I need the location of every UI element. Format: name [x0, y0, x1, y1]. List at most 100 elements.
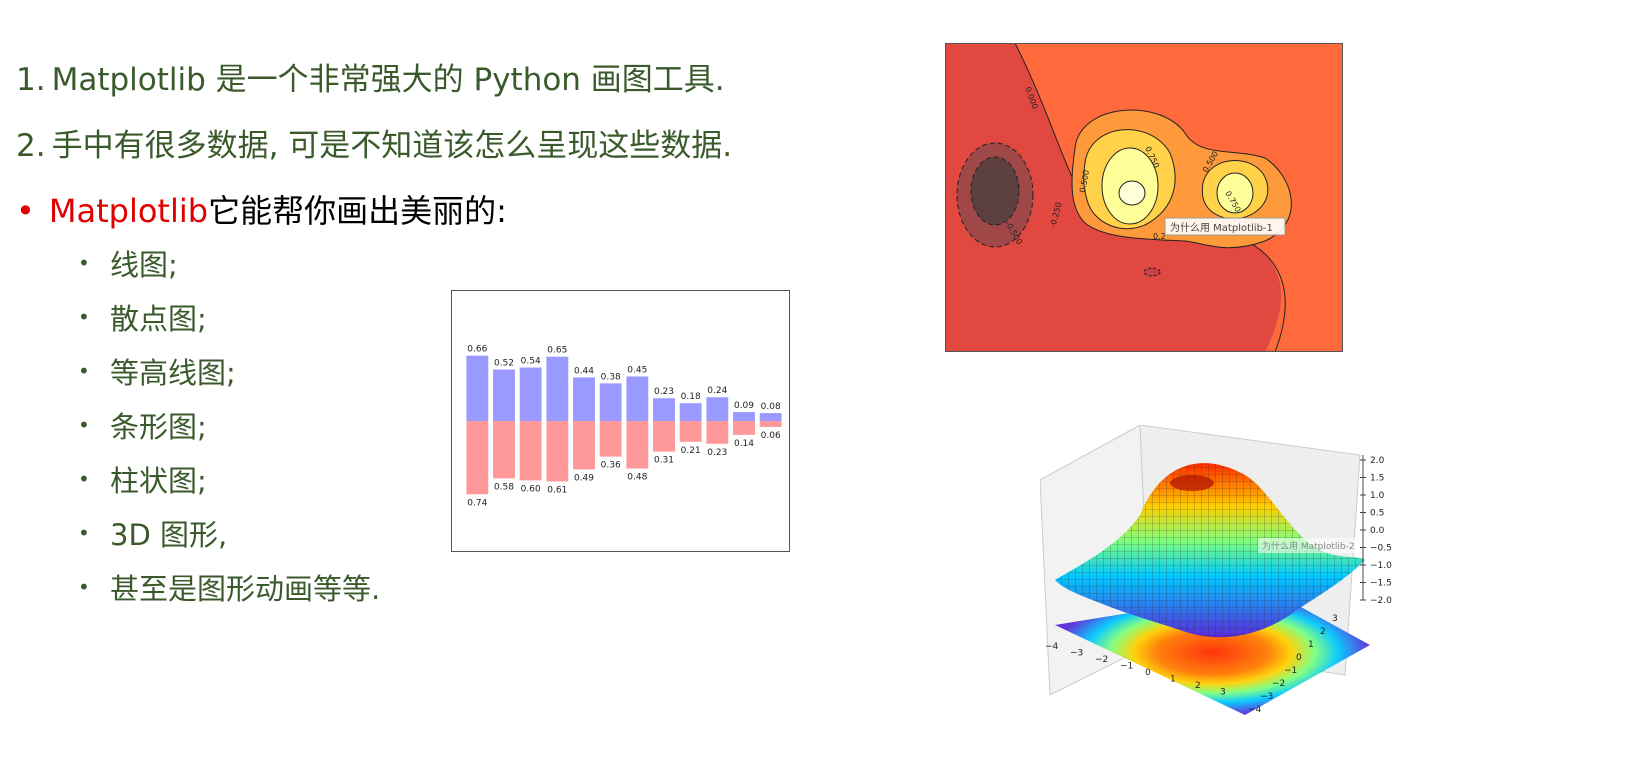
intro-line-1: 1. Matplotlib 是一个非常强大的 Python 画图工具. — [16, 54, 725, 99]
surface-dip — [1170, 475, 1214, 491]
bar-label-bottom: 0.74 — [467, 498, 487, 508]
intro-line-1-text: Matplotlib 是一个非常强大的 Python 画图工具. — [51, 62, 725, 98]
list-item: • 柱状图; — [78, 452, 380, 506]
list-item: • 散点图; — [78, 290, 380, 344]
x-tick-label: 3 — [1220, 688, 1226, 698]
z-tick-label: 2.0 — [1370, 456, 1385, 466]
y-tick-label: −3 — [1260, 692, 1273, 702]
bar-label-top: 0.66 — [467, 345, 487, 355]
z-tick-label: −2.0 — [1370, 596, 1392, 606]
list-item-text: 散点图; — [110, 302, 207, 336]
line-number: 1. — [16, 62, 46, 98]
list-item-text: 柱状图; — [110, 464, 207, 498]
bar-negative — [733, 421, 755, 435]
bar-label-top: 0.38 — [601, 372, 621, 382]
x-tick-label: −1 — [1120, 662, 1133, 672]
z-tick-label: 1.0 — [1370, 491, 1385, 501]
x-tick-label: 2 — [1195, 681, 1201, 691]
bar-positive — [546, 356, 569, 421]
bullet-icon: • — [78, 575, 90, 599]
bar-label-top: 0.23 — [654, 387, 674, 397]
contour-peak — [1118, 180, 1146, 206]
library-name: Matplotlib — [48, 192, 209, 230]
bar-negative — [599, 421, 622, 457]
y-tick-label: 0 — [1296, 653, 1302, 663]
list-item: • 线图; — [78, 236, 380, 290]
bar-label-top: 0.44 — [574, 366, 594, 376]
bar-label-bottom: 0.23 — [707, 448, 727, 458]
x-tick-label: 0 — [1145, 668, 1151, 678]
bar-label-bottom: 0.48 — [627, 473, 647, 483]
list-item-text: 等高线图; — [110, 356, 236, 390]
bar-label-top: 0.54 — [521, 357, 541, 367]
highlight-line: • Matplotlib它能帮你画出美丽的: — [16, 186, 507, 232]
bar-positive — [599, 383, 622, 421]
z-tick-label: −1.5 — [1370, 579, 1392, 589]
bar-negative — [466, 421, 489, 495]
list-item: • 条形图; — [78, 398, 380, 452]
bar-positive — [493, 369, 515, 421]
bar-label-bottom: 0.49 — [574, 474, 594, 484]
list-item-text: 条形图; — [110, 410, 207, 444]
z-tick-label: 1.5 — [1370, 474, 1384, 484]
z-tick-label: 0.0 — [1370, 526, 1385, 536]
bar-label-bottom: 0.36 — [601, 461, 621, 471]
bar-negative — [759, 421, 782, 427]
bar-positive — [679, 403, 702, 421]
tooltip-text: 为什么用 Matplotlib-1 — [1170, 222, 1273, 234]
y-tick-label: 2 — [1320, 627, 1326, 637]
z-tick-label: −1.0 — [1370, 561, 1392, 571]
bar-negative — [626, 421, 649, 469]
bullet-icon: • — [78, 359, 90, 383]
bar-positive — [759, 413, 782, 421]
bullet-icon: • — [78, 413, 90, 437]
bar-label-bottom: 0.61 — [547, 485, 567, 495]
bar-negative — [653, 421, 675, 452]
bar-label-top: 0.09 — [734, 401, 754, 411]
y-tick-label: −2 — [1272, 679, 1285, 689]
list-item-text: 线图; — [110, 248, 178, 282]
list-item: • 3D 图形, — [78, 506, 380, 560]
bullet-icon: • — [78, 467, 90, 491]
contour-chart: 0.000 0.500 0.750 0.500 0.750 -0.500 -0.… — [945, 43, 1343, 352]
z-tick-label: −0.5 — [1370, 544, 1392, 554]
bullet-icon: • — [16, 192, 35, 230]
list-item-text: 3D 图形, — [110, 518, 228, 552]
z-tick-label: 0.5 — [1370, 509, 1384, 519]
bullet-icon: • — [78, 251, 90, 275]
bar-label-bottom: 0.60 — [521, 484, 541, 494]
y-tick-label: −1 — [1284, 666, 1297, 676]
x-tick-label: −3 — [1070, 649, 1083, 659]
chart-type-list: • 线图; • 散点图; • 等高线图; • 条形图; • 柱状图; • 3D 图形, • 甚… — [78, 236, 380, 614]
bar-label-top: 0.24 — [707, 386, 727, 396]
tooltip-text: 为什么用 Matplotlib-2 — [1262, 540, 1355, 552]
bar-label-bottom: 0.14 — [734, 439, 754, 449]
list-item: • 等高线图; — [78, 344, 380, 398]
bullet-icon: • — [78, 521, 90, 545]
y-tick-label: −4 — [1248, 705, 1262, 715]
bar-label-top: 0.45 — [627, 365, 647, 375]
x-tick-label: −2 — [1095, 655, 1108, 665]
bar-label-bottom: 0.06 — [761, 431, 781, 441]
bar-positive — [519, 367, 542, 421]
bar-chart: 0.66 0.52 0.54 0.65 0.44 0.38 0.45 0.23 0.18 0.24… — [451, 290, 790, 552]
bar-label-top: 0.18 — [681, 392, 701, 402]
surface-chart: 为什么用 Matplotlib-2 2.0 1.5 1.0 0.5 0.0 −0.5 −1.… — [1040, 425, 1392, 715]
bar-positive — [466, 355, 489, 421]
x-tick-label: 1 — [1170, 675, 1176, 685]
contour-small-well — [1143, 267, 1161, 277]
bar-positive — [573, 377, 595, 421]
bar-positive — [733, 412, 755, 421]
bar-positive — [653, 398, 675, 421]
bar-label-top: 0.52 — [494, 359, 514, 369]
intro-line-2-text: 手中有很多数据, 可是不知道该怎么呈现这些数据. — [51, 128, 733, 164]
bar-negative — [519, 421, 542, 481]
bar-label-bottom: 0.31 — [654, 456, 674, 466]
bar-negative — [573, 421, 595, 470]
intro-line-2: 2. 手中有很多数据, 可是不知道该怎么呈现这些数据. — [16, 120, 732, 165]
contour-dark-well — [970, 156, 1020, 226]
contour-label: 0.2 — [1153, 232, 1166, 241]
bar-label-top: 0.65 — [547, 346, 567, 356]
bar-negative — [546, 421, 569, 482]
list-item-text: 甚至是图形动画等等. — [110, 572, 381, 606]
